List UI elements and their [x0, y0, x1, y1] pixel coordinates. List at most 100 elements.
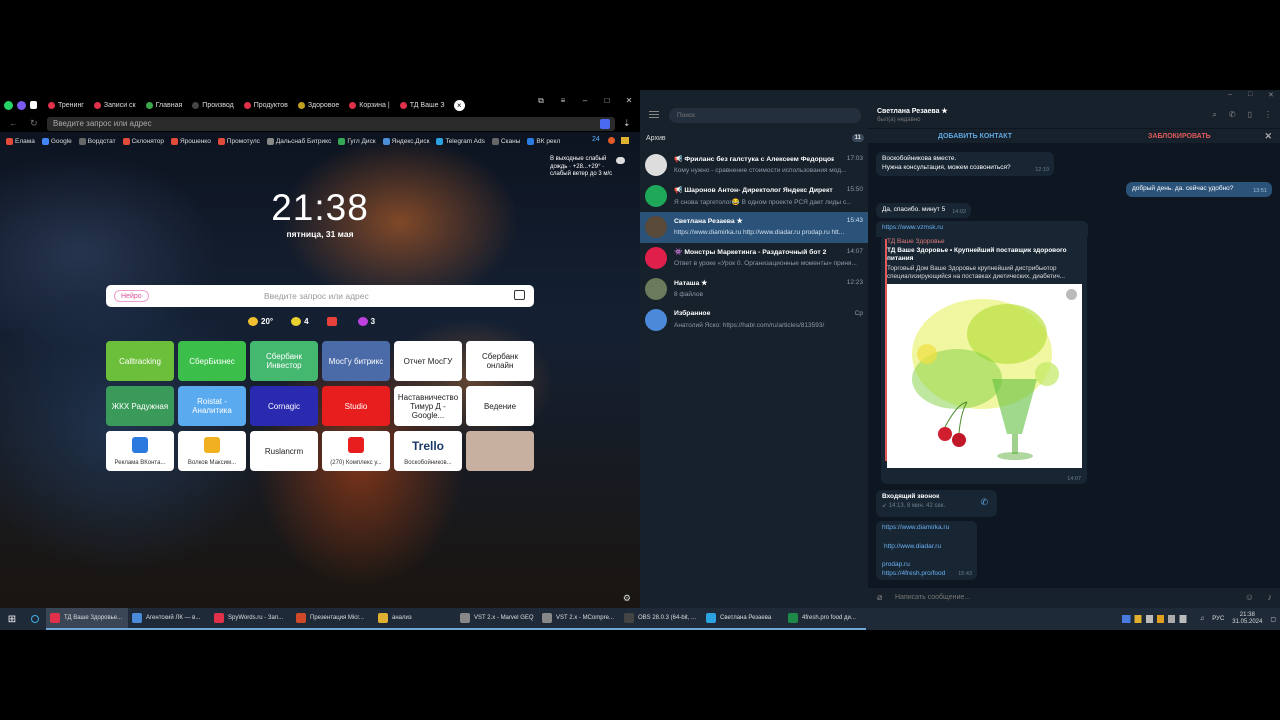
browser-tab[interactable]: Производ — [187, 98, 238, 112]
maximize-icon[interactable]: □ — [596, 96, 618, 106]
speed-dial-tile[interactable]: Roistat - Аналитика — [178, 386, 246, 426]
chat-item[interactable]: 📢 Фриланс без галстука с Алексеем Федорц… — [640, 150, 868, 181]
menu-icon[interactable]: ≡ — [552, 96, 574, 106]
menu-icon[interactable] — [649, 111, 659, 118]
folder-icon[interactable] — [621, 137, 629, 144]
bookmark[interactable]: Вордстат — [78, 135, 116, 147]
phone-icon[interactable]: ✆ — [1229, 110, 1236, 120]
neuro-badge[interactable]: Нейро — [114, 290, 149, 302]
whatsapp-icon[interactable] — [4, 100, 13, 110]
browser-tab[interactable]: Продуктов — [239, 98, 293, 112]
speed-dial-tile[interactable]: Calltracking — [106, 341, 174, 381]
yandex-icon[interactable] — [600, 119, 610, 129]
block-button[interactable]: ЗАБЛОКИРОВАТЬ — [1148, 133, 1211, 140]
speaker-icon[interactable]: ♫ — [1200, 616, 1205, 622]
start-icon[interactable]: ⊞ — [0, 614, 24, 625]
cortana-icon[interactable] — [24, 615, 46, 623]
more-icon[interactable]: ⋮ — [1264, 110, 1272, 120]
bookmark[interactable]: ВК рекл — [527, 135, 560, 147]
phone-icon[interactable]: ✆ — [980, 498, 988, 507]
link-preview[interactable]: ТД Ваше Здоровье ТД Ваше Здоровье • Круп… — [881, 234, 1087, 484]
chat-item[interactable]: 👾 Монстры Маркетинга - Раздаточный бот 2… — [640, 243, 868, 274]
link[interactable]: https://www.diamirka.ru — [882, 524, 949, 531]
browser-tab[interactable]: ТД Ваше З — [395, 98, 450, 112]
chat-item[interactable]: Светлана Резаева ★ https://www.diamirka.r… — [640, 212, 868, 243]
browser-tab[interactable]: Главная — [141, 98, 188, 112]
link[interactable]: http://www.diadar.ru — [884, 543, 941, 550]
bookmark[interactable]: Ярошенко — [170, 135, 211, 147]
bookmark[interactable]: Промотулс — [217, 135, 260, 147]
speed-dial-tile[interactable]: Наставничество Тимур Д - Google... — [394, 386, 462, 426]
minimize-icon[interactable]: – — [574, 96, 596, 106]
notifications-icon[interactable]: ▢ — [1270, 616, 1276, 623]
taskbar-item[interactable]: Светлана Резаева — [702, 608, 784, 630]
maximize-icon[interactable]: □ — [1248, 91, 1252, 98]
taskbar-item[interactable]: Презентация Micr... — [292, 608, 374, 630]
speed-dial-tile[interactable]: Волков Максим... — [178, 431, 246, 471]
camera-search-icon[interactable] — [514, 290, 525, 300]
chat-item[interactable]: Наташа ★ 8 файлов 12:23 — [640, 274, 868, 305]
address-bar[interactable]: Введите запрос или адрес — [47, 117, 615, 131]
speed-dial-tile[interactable]: Сбербанк онлайн — [466, 341, 534, 381]
attach-icon[interactable]: ⌀ — [877, 592, 882, 603]
weather-note[interactable]: В выходные слабый дождь · +28...+29° · с… — [550, 156, 625, 179]
speed-dial-tile[interactable]: МосГу битрикс — [322, 341, 390, 381]
weather-widget[interactable]: 20° — [248, 317, 273, 327]
zoom-icon[interactable] — [1066, 289, 1077, 300]
bookmark-page-icon[interactable]: ⧉ — [530, 96, 552, 106]
mail-widget[interactable] — [326, 317, 340, 327]
search-icon[interactable]: ⌕ — [1212, 110, 1216, 120]
chat-item[interactable]: 📢 Шаронов Антон- Директолог Яндекс Дирек… — [640, 181, 868, 212]
customize-icon[interactable]: ⚙ — [623, 593, 631, 604]
taskbar-item[interactable]: Агентский ЛК — в... — [128, 608, 210, 630]
reload-icon[interactable]: ↻ — [30, 118, 38, 129]
plus-widget[interactable]: 3 — [357, 317, 375, 327]
link[interactable]: https://4fresh.pro/food — [882, 570, 945, 577]
speed-dial-tile[interactable]: Сбербанк Инвестор — [250, 341, 318, 381]
speed-dial-tile[interactable]: ЖКХ Радужная — [106, 386, 174, 426]
tray-clock[interactable]: 21:38 31.05.2024 — [1232, 612, 1262, 626]
browser-tab[interactable]: Тренинг — [43, 98, 89, 112]
messenger-icon[interactable] — [17, 100, 26, 110]
speed-dial-tile[interactable]: СберБизнес — [178, 341, 246, 381]
incoming-call[interactable]: Входящий звонок ↙ 14:13, 8 мин. 42 сек. … — [876, 490, 997, 517]
conversation-name[interactable]: Светлана Резаева ★ — [877, 107, 948, 115]
microphone-icon[interactable]: ♪ — [1268, 592, 1273, 602]
taskbar-item[interactable]: VST 2.x - MCompre... — [538, 608, 620, 630]
speed-dial-tile[interactable] — [466, 431, 534, 471]
speed-dial-tile[interactable]: Ruslancrm — [250, 431, 318, 471]
speed-dial-tile[interactable]: Реклама ВКонта... — [106, 431, 174, 471]
search-box[interactable]: Нейро Введите запрос или адрес — [106, 285, 534, 307]
close-icon[interactable]: ✕ — [1268, 91, 1274, 99]
language-indicator[interactable]: РУС — [1212, 616, 1224, 622]
speed-dial-tile[interactable]: (270) Комплекс у... — [322, 431, 390, 471]
extension-icon[interactable] — [608, 137, 615, 144]
browser-tab[interactable]: Записи ск — [89, 98, 141, 112]
close-icon[interactable]: ✕ — [618, 96, 640, 106]
message-input[interactable]: Написать сообщение... — [895, 594, 970, 601]
close-tab-icon[interactable]: × — [453, 99, 465, 111]
minimize-icon[interactable]: – — [1228, 91, 1232, 98]
message-link-text[interactable]: https://www.vzmsk.ru — [882, 224, 943, 231]
speed-dial-tile[interactable]: Отчет МосГУ — [394, 341, 462, 381]
bookmark[interactable]: Google — [41, 135, 72, 147]
speed-dial-tile[interactable]: Trello Воскобойников... — [394, 431, 462, 471]
bookmark[interactable]: Telegram Ads — [436, 135, 485, 147]
taskbar-item[interactable]: анализ — [374, 608, 456, 630]
taskbar-item[interactable]: VST 2.x - Marvel GEQ — [456, 608, 538, 630]
notes-icon[interactable] — [30, 101, 37, 109]
search-input[interactable]: Поиск — [669, 108, 861, 123]
link[interactable]: prodap.ru — [882, 561, 910, 568]
speed-dial-tile[interactable]: Studio — [322, 386, 390, 426]
browser-tab[interactable]: Корзина | — [344, 98, 394, 112]
chat-item[interactable]: Избранное Анатолий Яско: https://habr.com… — [640, 305, 868, 336]
bookmark[interactable]: Елама — [6, 135, 35, 147]
browser-tab[interactable]: Здоровое — [293, 98, 344, 112]
archive-row[interactable]: Архив 11 — [646, 134, 864, 145]
add-contact-button[interactable]: ДОБАВИТЬ КОНТАКТ — [938, 133, 1012, 140]
preview-image[interactable] — [887, 284, 1082, 468]
bookmark[interactable]: Яндекс.Диск — [382, 135, 429, 147]
taskbar-item[interactable]: SpyWords.ru - Зап... — [210, 608, 292, 630]
download-icon[interactable]: ⇣ — [623, 118, 631, 129]
taskbar-item[interactable]: OBS 28.0.3 (64-bit, ... — [620, 608, 702, 630]
